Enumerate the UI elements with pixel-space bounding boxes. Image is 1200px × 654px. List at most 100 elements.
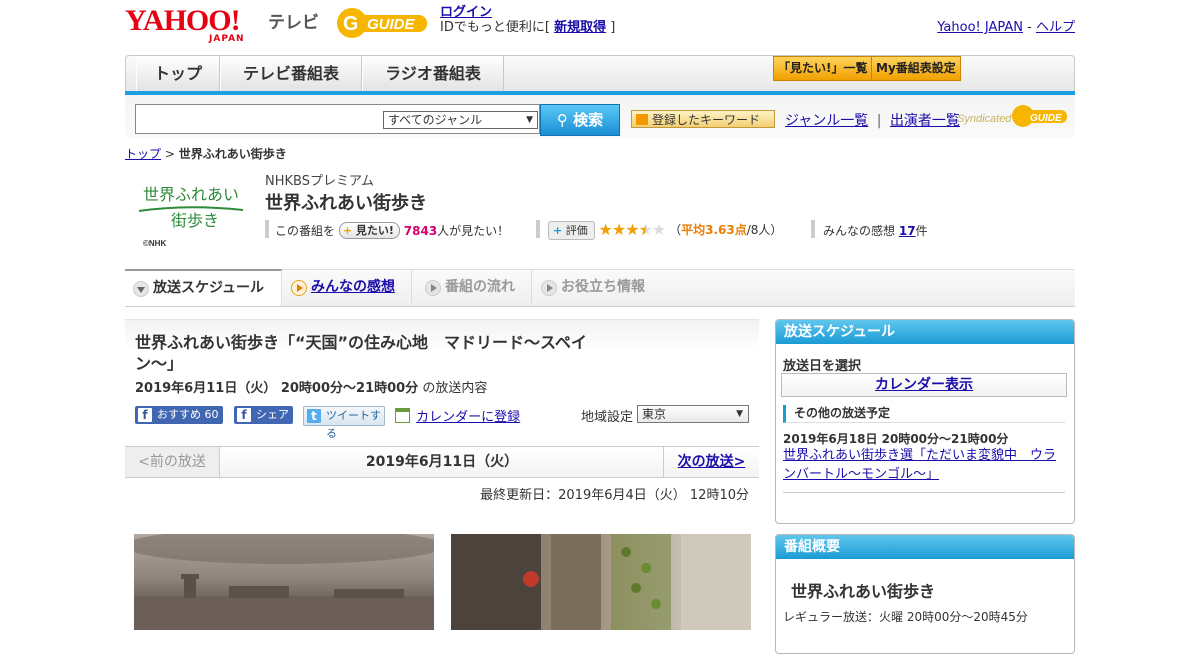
fb-recommend-label: おすすめ [157, 408, 201, 421]
fb-recommend-count: 60 [204, 408, 219, 421]
empty-star-icon: ★ [651, 220, 666, 239]
nav-tab-top[interactable]: トップ [136, 56, 220, 91]
program-tabs: 放送スケジュール みんなの感想 番組の流れ お役立ち情報 [125, 269, 1075, 307]
registered-keyword-button[interactable]: 登録したキーワード [631, 110, 775, 128]
tv-section-label: テレビ [268, 13, 319, 33]
reviews-group: みんなの感想 17件 [823, 222, 928, 239]
episode-date-suffix: の放送内容 [422, 381, 488, 396]
yahoo-japan-logo[interactable]: YAHOO! JAPAN [125, 4, 265, 45]
meta-divider [265, 220, 269, 238]
plus-icon: + [342, 224, 353, 237]
tab-schedule[interactable]: 放送スケジュール [125, 269, 282, 306]
facebook-recommend-button[interactable]: f おすすめ 60 [135, 406, 223, 424]
keyword-button-label: 登録したキーワード [652, 113, 761, 127]
schedule-box-head: 放送スケジュール [776, 320, 1074, 344]
mitai-count: 7843 [403, 224, 438, 238]
calendar-register-link[interactable]: カレンダーに登録 [416, 410, 520, 425]
breadcrumb-top-link[interactable]: トップ [125, 147, 161, 161]
nav-tab-radio-schedule[interactable]: ラジオ番組表 [362, 56, 504, 91]
rating-average: 平均3.63点 [681, 223, 747, 237]
half-star-icon: ★ [638, 220, 653, 239]
yahoo-logo-text: YAHOO! [125, 4, 241, 37]
my-schedule-button[interactable]: My番組表設定 [871, 56, 961, 81]
breadcrumb-separator: > [164, 147, 175, 161]
channel-name: NHKBSプレミアム [265, 174, 375, 189]
episode-date-time: 2019年6月11日（火） 20時00分～21時00分 [135, 381, 419, 396]
mitai-button[interactable]: + 見たい! [338, 222, 400, 239]
other-schedule-date: 2019年6月18日 20時00分～21時00分 [783, 432, 1009, 446]
mitai-list-button[interactable]: 「見たい!」一覧 [773, 56, 873, 81]
share-row: f おすすめ 60 f シェア t ツイートする カレンダーに登録 地域設定 東… [135, 405, 755, 440]
facebook-share-button[interactable]: f シェア [234, 406, 293, 424]
search-button[interactable]: ⚲ 検索 [540, 104, 620, 136]
other-schedule-heading: その他の放送予定 [783, 405, 1065, 423]
episode-date: 2019年6月11日（火） 20時00分～21時00分 の放送内容 [135, 377, 487, 396]
rating-stars: ★★★★★ [598, 220, 667, 239]
search-button-label: 検索 [573, 111, 604, 129]
program-meta: この番組を + 見たい! 7843人が見たい！ + 評価 ★★★★★ （平均3.… [265, 220, 1075, 240]
japan-logo-text: JAPAN [209, 34, 245, 44]
page: YAHOO! JAPAN テレビ G GUIDE ログイン IDでもっと便利に[… [125, 0, 1075, 654]
dropdown-arrow-icon: ▼ [736, 409, 743, 419]
login-link[interactable]: ログイン [440, 5, 492, 20]
program-logo-line1: 世界ふれあい [143, 185, 239, 204]
twitter-icon: t [307, 409, 321, 423]
region-select[interactable]: 東京 ▼ [637, 405, 749, 423]
dropdown-arrow-icon: ▼ [526, 115, 533, 125]
plus-icon: + [553, 224, 563, 237]
chevron-right-icon [425, 280, 441, 296]
breadcrumb-current: 世界ふれあい街歩き [178, 147, 287, 161]
tab-schedule-label: 放送スケジュール [153, 280, 265, 296]
yahoo-japan-link[interactable]: Yahoo! JAPAN [937, 20, 1023, 35]
facebook-icon: f [138, 408, 152, 422]
help-link[interactable]: ヘルプ [1036, 20, 1075, 35]
chevron-right-icon [541, 280, 557, 296]
meta-divider [811, 220, 815, 238]
mitai-post: 人が見たい！ [437, 224, 510, 238]
tab-flow-label: 番組の流れ [445, 279, 515, 295]
link-separator: | [876, 113, 882, 129]
genre-list-link[interactable]: ジャンル一覧 [785, 113, 868, 129]
sidebar-divider [783, 492, 1065, 493]
genre-select[interactable]: すべてのジャンル ▼ [383, 111, 538, 129]
search-icon: ⚲ [556, 111, 568, 129]
register-link[interactable]: 新規取得 [554, 20, 606, 35]
rating-group: + 評価 ★★★★★ （平均3.63点/8人） [548, 220, 782, 240]
program-title: 世界ふれあい街歩き [265, 193, 427, 214]
nav-tab-tv-schedule[interactable]: テレビ番組表 [220, 56, 362, 91]
current-broadcast-date: 2019年6月11日（火） [365, 454, 519, 470]
gguide-logo[interactable]: G GUIDE [335, 6, 433, 40]
global-nav: トップ テレビ番組表 ラジオ番組表 「見たい!」一覧 My番組表設定 [125, 55, 1075, 91]
tab-info[interactable]: お役立ち情報 [533, 270, 671, 305]
last-updated: 最終更新日：2019年6月4日（火） 12時10分 [480, 488, 749, 503]
chevron-down-icon [133, 281, 149, 297]
eval-button[interactable]: + 評価 [548, 221, 595, 240]
episode-title: 世界ふれあい街歩き「“天国”の住み心地 マドリード～スペイン～」 [135, 333, 587, 373]
tab-flow[interactable]: 番組の流れ [417, 270, 532, 305]
chevron-right-icon [291, 280, 307, 296]
other-schedule-link[interactable]: 世界ふれあい街歩き選「ただいま変貌中 ウランバートル～モンゴル～」 [783, 446, 1067, 484]
next-broadcast-link[interactable]: 次の放送> [663, 447, 759, 477]
reviews-pre: みんなの感想 [823, 224, 896, 238]
calendar-display-button[interactable]: カレンダー表示 [781, 373, 1067, 397]
calendar-icon [395, 408, 410, 423]
gguide-logo-text: GUIDE [367, 16, 416, 33]
top-right-links: Yahoo! JAPAN - ヘルプ [937, 16, 1075, 35]
reviews-post: 件 [915, 224, 928, 238]
overview-regular-broadcast: レギュラー放送：火曜 20時00分～20時45分 [783, 610, 1028, 624]
facebook-icon: f [237, 408, 251, 422]
episode-photo-madrid-street[interactable] [451, 534, 751, 630]
tweet-button[interactable]: t ツイートする [303, 406, 385, 440]
broadcast-pager: <前の放送 2019年6月11日（火） 次の放送> [125, 446, 759, 478]
tweet-label: ツイートする [326, 409, 381, 440]
tab-reviews[interactable]: みんなの感想 [283, 270, 412, 305]
login-desc-post: ] [610, 20, 616, 35]
main-content: 世界ふれあい街歩き「“天国”の住み心地 マドリード～スペイン～」 2019年6月… [125, 319, 759, 630]
svg-text:G: G [343, 13, 359, 35]
login-box: ログイン IDでもっと便利に[ 新規取得 ] [440, 5, 615, 35]
episode-photo-madrid-skyline[interactable] [134, 534, 434, 630]
breadcrumb: トップ > 世界ふれあい街歩き [125, 145, 287, 162]
calendar-register[interactable]: カレンダーに登録 [395, 406, 520, 425]
reviews-count-link[interactable]: 17 [899, 224, 916, 238]
performer-list-link[interactable]: 出演者一覧 [890, 113, 960, 129]
